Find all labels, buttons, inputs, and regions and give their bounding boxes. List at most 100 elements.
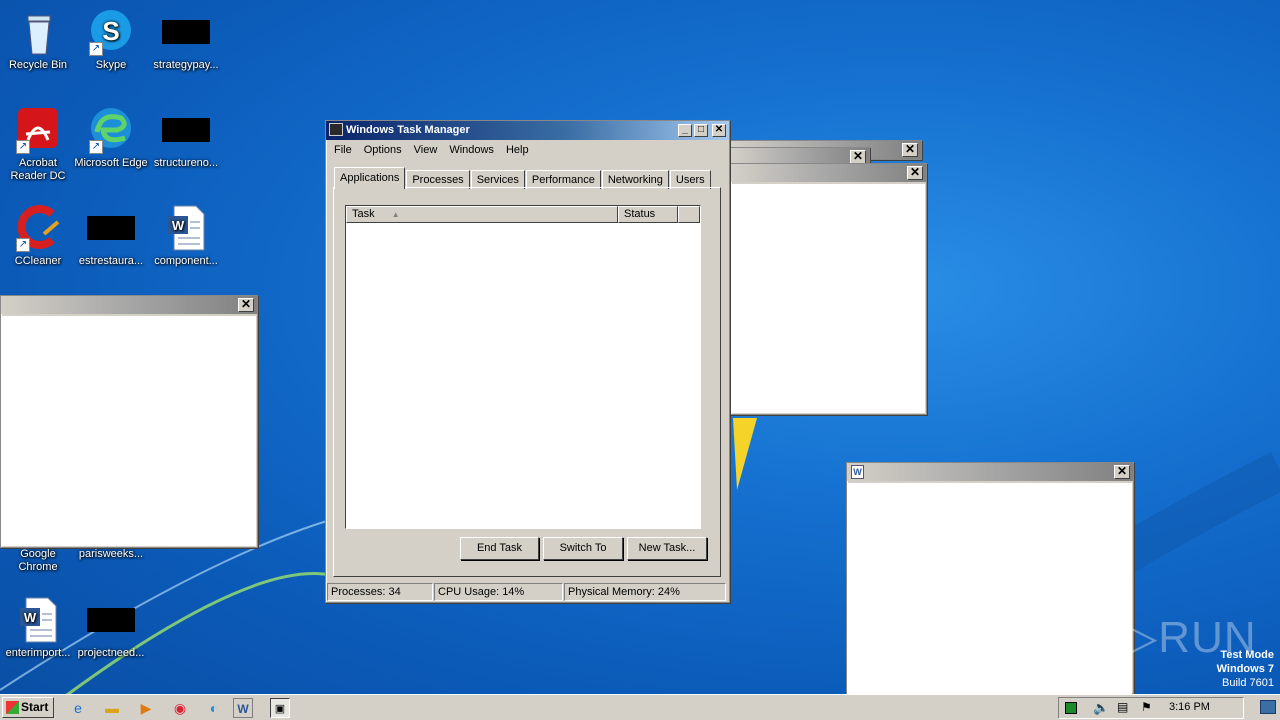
sort-ascending-icon: ▲: [391, 210, 400, 219]
action-center-flag-icon[interactable]: ⚑: [1141, 700, 1152, 714]
desktop-icon-label: estrestaura...: [78, 255, 144, 267]
window-titlebar[interactable]: W ✕: [847, 463, 1133, 481]
chrome-icon[interactable]: ◉: [170, 698, 190, 718]
menu-options[interactable]: Options: [358, 144, 408, 156]
file-explorer-icon[interactable]: ▬: [102, 698, 122, 718]
recycle-bin-icon: [14, 8, 62, 56]
window-title: Windows Task Manager: [346, 124, 470, 136]
new-task-button[interactable]: New Task...: [627, 537, 707, 560]
menu-view[interactable]: View: [408, 144, 444, 156]
taskbar: Start e ▬ ▶ ◉ ◐ W ▣ 🔈 ▤ ⚑ 3:16 PM: [0, 694, 1280, 720]
redacted-icon: [87, 608, 135, 632]
shortcut-arrow-icon: ↗: [89, 140, 103, 154]
blank-window-left[interactable]: ✕: [0, 295, 258, 548]
desktop-icon-label: Acrobat Reader DC: [10, 157, 66, 182]
task-manager-titlebar[interactable]: Windows Task Manager _ □ ✕: [326, 121, 729, 140]
desktop-icon-acrobat[interactable]: ↗ Acrobat Reader DC: [0, 106, 76, 183]
redacted-icon: [162, 20, 210, 44]
start-label: Start: [21, 700, 49, 714]
task-manager-window[interactable]: Windows Task Manager _ □ ✕ File Options …: [325, 120, 730, 603]
volume-icon[interactable]: 🔈: [1093, 700, 1109, 716]
edge-icon: ↗: [87, 106, 135, 154]
redacted-icon: [87, 216, 135, 240]
edge-icon[interactable]: ◐: [204, 698, 224, 718]
close-button[interactable]: ✕: [238, 298, 254, 312]
column-header-status[interactable]: Status: [618, 206, 678, 223]
close-button[interactable]: ✕: [902, 143, 918, 157]
blank-window-right[interactable]: ✕: [730, 163, 927, 415]
start-button[interactable]: Start: [2, 697, 54, 718]
tab-applications[interactable]: Applications: [334, 167, 406, 189]
watermark-line-2: Windows 7: [1216, 663, 1274, 675]
desktop-icon-parisweeks[interactable]: parisweeks...: [73, 548, 149, 561]
maximize-button[interactable]: □: [694, 124, 708, 137]
desktop-icon-label: strategypay...: [153, 59, 219, 71]
column-header-task[interactable]: Task ▲: [346, 206, 618, 223]
tray-app-icon[interactable]: [1065, 702, 1077, 714]
ccleaner-icon: ↗: [14, 204, 62, 252]
close-button[interactable]: ✕: [1114, 465, 1130, 479]
close-button[interactable]: ✕: [907, 166, 923, 180]
svg-text:S: S: [102, 16, 119, 46]
desktop-icon-label: Recycle Bin: [8, 59, 68, 71]
desktop-icon-component[interactable]: W component...: [148, 204, 224, 268]
window-titlebar[interactable]: ✕: [731, 164, 926, 182]
desktop-icon-structureno[interactable]: structureno...: [148, 106, 224, 170]
minimize-button[interactable]: _: [678, 124, 692, 137]
status-physical-memory: Physical Memory: 24%: [564, 583, 726, 601]
desktop-icon-label: CCleaner: [14, 255, 62, 267]
desktop-icon-label: Google Chrome: [18, 548, 58, 573]
word-doc-icon: W: [14, 596, 62, 644]
windows-logo-icon: [6, 701, 19, 714]
menu-bar: File Options View Windows Help: [326, 140, 729, 160]
watermark-line-3: Build 7601: [1222, 677, 1274, 689]
switch-to-button[interactable]: Switch To: [543, 537, 623, 560]
window-content: [1, 316, 256, 546]
desktop-icon-recycle-bin[interactable]: Recycle Bin: [0, 8, 76, 72]
desktop-icon-skype[interactable]: S ↗ Skype: [73, 8, 149, 72]
watermark-line-1: Test Mode: [1220, 649, 1274, 661]
show-desktop-icon[interactable]: [1260, 700, 1276, 714]
column-label: Task: [352, 208, 375, 220]
desktop-icon-label: Microsoft Edge: [74, 157, 148, 169]
window-content: [847, 483, 1132, 695]
desktop-icon-estrestaura[interactable]: estrestaura...: [73, 204, 149, 268]
desktop-icon-chrome[interactable]: Google Chrome: [0, 548, 76, 574]
status-processes: Processes: 34: [327, 583, 433, 601]
media-player-icon[interactable]: ▶: [136, 698, 156, 718]
desktop-icon-label: enterimport...: [5, 647, 71, 659]
task-manager-taskbar-button[interactable]: ▣: [270, 698, 290, 718]
menu-windows[interactable]: Windows: [443, 144, 500, 156]
desktop-icon-label: Skype: [95, 59, 127, 71]
desktop-icon-strategypay[interactable]: strategypay...: [148, 8, 224, 72]
word-doc-icon: W: [851, 465, 864, 479]
word-taskbar-button[interactable]: W: [233, 698, 253, 718]
clock[interactable]: 3:16 PM: [1169, 701, 1210, 713]
internet-explorer-icon[interactable]: e: [68, 698, 88, 718]
close-button[interactable]: ✕: [850, 150, 866, 164]
desktop-icon-ccleaner[interactable]: ↗ CCleaner: [0, 204, 76, 268]
svg-text:W: W: [172, 218, 185, 233]
shortcut-arrow-icon: ↗: [16, 238, 30, 252]
menu-help[interactable]: Help: [500, 144, 535, 156]
desktop-icon-projectneed[interactable]: projectneed...: [73, 596, 149, 660]
svg-text:W: W: [24, 610, 37, 625]
desktop-icon-enterimport[interactable]: W enterimport...: [0, 596, 76, 660]
menu-file[interactable]: File: [328, 144, 358, 156]
window-titlebar[interactable]: ✕: [1, 296, 257, 314]
acrobat-icon: ↗: [14, 106, 62, 154]
system-tray: 🔈 ▤ ⚑ 3:16 PM: [1058, 697, 1244, 719]
desktop-icon-label: structureno...: [153, 157, 219, 169]
network-icon[interactable]: ▤: [1117, 700, 1128, 714]
desktop-icon-edge[interactable]: ↗ Microsoft Edge: [73, 106, 149, 170]
redacted-icon: [162, 118, 210, 142]
task-manager-icon: [329, 123, 343, 136]
tab-strip: Applications Processes Services Performa…: [334, 167, 712, 189]
shortcut-arrow-icon: ↗: [16, 140, 30, 154]
end-task-button[interactable]: End Task: [460, 537, 539, 560]
test-mode-watermark: Test Mode Windows 7 Build 7601: [1217, 648, 1274, 690]
status-cpu-usage: CPU Usage: 14%: [434, 583, 563, 601]
desktop-icon-label: component...: [154, 255, 218, 267]
close-button[interactable]: ✕: [712, 124, 726, 137]
task-list[interactable]: Task ▲ Status: [345, 205, 701, 529]
